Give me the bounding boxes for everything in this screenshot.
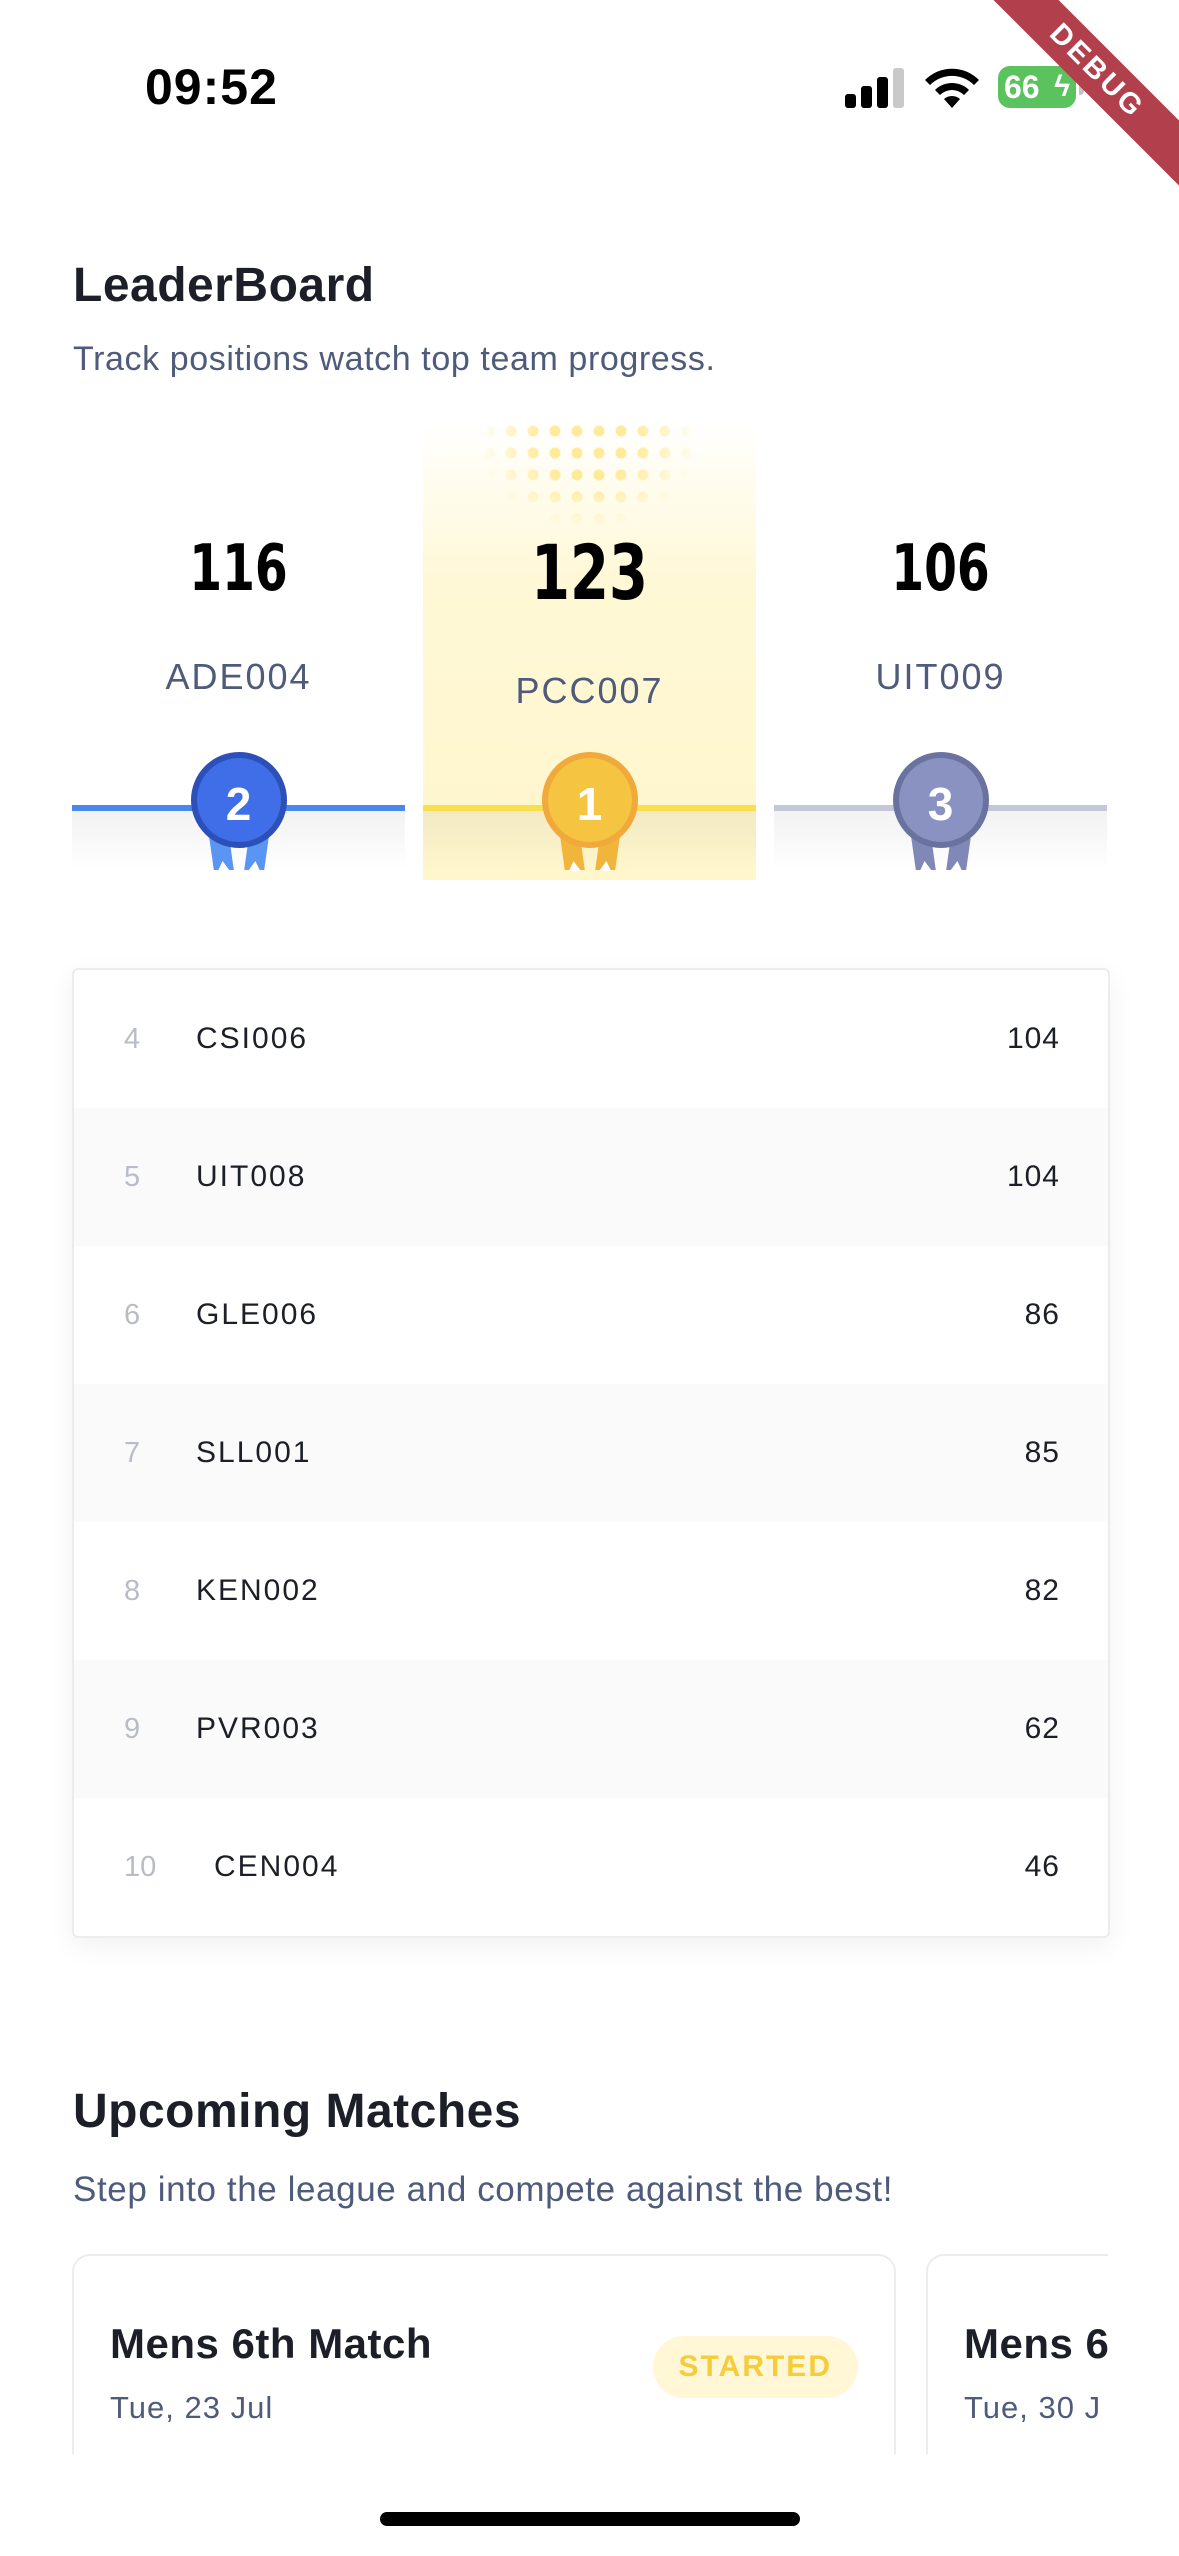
row-rank: 6 [124,1299,141,1331]
podium-first-place[interactable]: 123 PCC007 1 [423,420,756,880]
battery-level: 66 [1004,69,1040,105]
row-team: PVR003 [196,1712,320,1745]
row-rank: 7 [124,1437,141,1469]
row-team: CSI006 [196,1022,309,1055]
podium-team: ADE004 [165,656,312,697]
medal-rank: 3 [927,778,954,830]
row-team: SLL001 [196,1436,312,1469]
ranking-list: 4 CSI006 104 5 UIT008 104 6 GLE006 86 7 … [72,968,1110,1938]
row-team: CEN004 [214,1850,340,1883]
podium-score: 116 [189,532,288,606]
confetti-dots-decoration [478,420,698,530]
ranking-row[interactable]: 5 UIT008 104 [74,1108,1108,1246]
match-name: Mens 6 [964,2320,1108,2367]
row-team: UIT008 [196,1160,307,1193]
gold-medal-icon: 1 [541,752,638,848]
row-score: 85 [1024,1436,1060,1469]
ranking-row[interactable]: 4 CSI006 104 [74,970,1108,1108]
row-rank: 4 [124,1023,141,1055]
podium-team: UIT009 [875,656,1006,697]
cellular-signal-icon [845,66,907,108]
row-team: GLE006 [196,1298,319,1331]
matches-carousel[interactable]: Mens 6th Match Tue, 23 Jul STARTED Mens … [72,2254,1108,2454]
match-date: Tue, 30 J [964,2390,1102,2425]
ranking-row[interactable]: 6 GLE006 86 [74,1246,1108,1384]
battery-icon: 66 ϟ [998,66,1084,108]
upcoming-subtitle: Step into the league and compete against… [73,2170,894,2209]
wifi-icon [925,68,979,108]
status-time: 09:52 [145,59,278,115]
podium-team: PCC007 [515,670,664,711]
medal-rank: 1 [576,778,603,830]
leaderboard-title: LeaderBoard [73,259,375,312]
upcoming-title: Upcoming Matches [73,2085,522,2138]
ranking-row[interactable]: 9 PVR003 62 [74,1660,1108,1798]
ranking-row[interactable]: 10 CEN004 46 [74,1798,1108,1936]
ranking-row[interactable]: 7 SLL001 85 [74,1384,1108,1522]
medal-rank: 2 [225,778,252,830]
row-team: KEN002 [196,1574,320,1607]
podium-score: 106 [891,532,990,606]
row-rank: 8 [124,1575,141,1607]
row-score: 46 [1024,1850,1060,1883]
row-score: 86 [1024,1298,1060,1331]
match-card[interactable]: Mens 6 Tue, 30 J [926,2254,1108,2454]
bronze-medal-icon: 3 [892,752,989,848]
ranking-row[interactable]: 8 KEN002 82 [74,1522,1108,1660]
match-card[interactable]: Mens 6th Match Tue, 23 Jul STARTED [72,2254,896,2454]
podium-score: 123 [530,528,649,617]
row-score: 104 [1006,1160,1060,1193]
row-score: 62 [1024,1712,1060,1745]
leaderboard-subtitle: Track positions watch top team progress. [73,340,716,378]
podium-third-place[interactable]: 106 UIT009 3 [774,420,1107,880]
match-status-badge: STARTED [652,2336,858,2398]
podium-second-place[interactable]: 116 ADE004 2 [72,420,405,880]
row-score: 104 [1006,1022,1060,1055]
row-rank: 9 [124,1713,141,1745]
silver-medal-icon: 2 [190,752,287,848]
match-name: Mens 6th Match [110,2320,433,2367]
row-rank: 10 [124,1851,157,1883]
row-score: 82 [1024,1574,1060,1607]
row-rank: 5 [124,1161,141,1193]
home-indicator[interactable] [380,2512,800,2526]
match-date: Tue, 23 Jul [110,2390,274,2425]
